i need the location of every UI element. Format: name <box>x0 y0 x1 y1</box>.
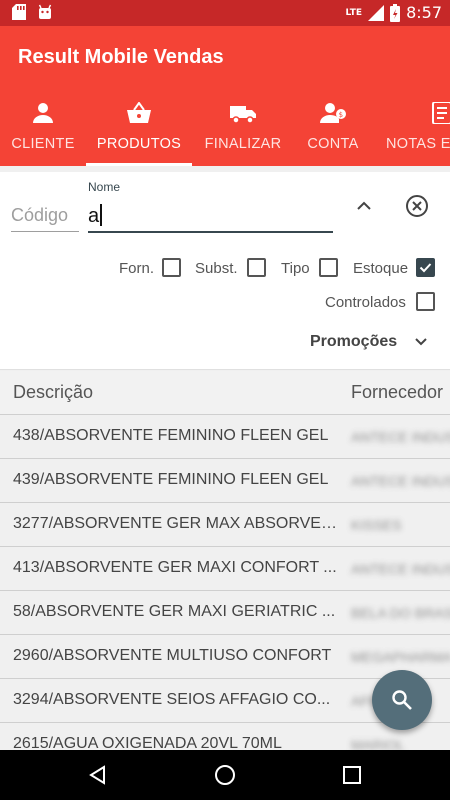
checkbox-tipo[interactable] <box>319 258 338 277</box>
battery-icon <box>390 3 401 22</box>
tab-label: CONTA <box>307 136 359 152</box>
home-icon[interactable] <box>213 763 237 787</box>
checkbox-label-forn: Forn. <box>119 260 155 277</box>
truck-icon <box>230 106 256 124</box>
promocoes-label[interactable]: Promoções <box>310 333 397 351</box>
clear-icon[interactable] <box>403 192 431 220</box>
nome-label: Nome <box>88 180 121 194</box>
tab-label: NOTAS E <box>386 136 450 152</box>
column-header-fornecedor[interactable]: Fornecedor <box>351 382 443 403</box>
svg-text:$: $ <box>339 111 344 119</box>
table-row[interactable]: 2615/AGUA OXIGENADA 20VL 70ML MARIOL <box>0 723 450 750</box>
nome-field[interactable]: a <box>88 202 333 233</box>
tab-notas[interactable]: NOTAS E <box>372 96 450 166</box>
network-type: LTE <box>345 7 363 18</box>
cell-descricao: 2615/AGUA OXIGENADA 20VL 70ML <box>13 735 282 750</box>
search-icon <box>392 690 412 710</box>
codigo-field[interactable]: Código <box>11 202 79 232</box>
tab-conta[interactable]: $ CONTA <box>294 96 372 166</box>
cell-fornecedor: ANTECE INDUSTRIA <box>351 429 450 445</box>
signal-icon <box>368 4 385 21</box>
chevron-up-icon[interactable] <box>350 192 378 220</box>
checkbox-label-tipo: Tipo <box>281 260 310 277</box>
table-header: Descrição Fornecedor <box>0 371 450 415</box>
cell-fornecedor: ANTECE INDUSTRIA <box>351 473 450 489</box>
checkbox-label-controlados: Controlados <box>325 294 406 311</box>
cell-descricao: 3294/ABSORVENTE SEIOS AFFAGIO CO... <box>13 691 331 708</box>
table-row[interactable]: 2960/ABSORVENTE MULTIUSO CONFORT MEGAPHAR… <box>0 635 450 679</box>
filter-panel: Código Nome a Forn. Subst. Tipo Estoque … <box>0 172 450 370</box>
cell-descricao: 2960/ABSORVENTE MULTIUSO CONFORT <box>13 647 332 664</box>
person-money-icon: $ <box>320 103 346 123</box>
cell-descricao: 438/ABSORVENTE FEMININO FLEEN GEL <box>13 427 329 444</box>
tab-label: PRODUTOS <box>96 136 182 152</box>
nome-value: a <box>88 205 100 227</box>
table-row[interactable]: 439/ABSORVENTE FEMININO FLEEN GEL ANTECE … <box>0 459 450 503</box>
sd-card-icon <box>12 4 26 20</box>
cell-descricao: 3277/ABSORVENTE GER MAX ABSORVENTE <box>13 515 343 532</box>
chevron-down-icon[interactable] <box>410 331 432 353</box>
tab-produtos[interactable]: PRODUTOS <box>86 96 192 166</box>
cell-fornecedor: MARIOL <box>351 737 405 750</box>
checkmark-icon <box>419 263 432 273</box>
android-icon <box>38 4 52 19</box>
app-bar: Result Mobile Vendas CLIENTE PRODUTOS FI… <box>0 26 450 166</box>
text-cursor <box>100 204 103 226</box>
checkbox-label-estoque: Estoque <box>353 260 409 277</box>
checkbox-subst[interactable] <box>247 258 266 277</box>
table-row[interactable]: 438/ABSORVENTE FEMININO FLEEN GEL ANTECE … <box>0 415 450 459</box>
table-row[interactable]: 58/ABSORVENTE GER MAXI GERIATRIC ... BELA… <box>0 591 450 635</box>
clock: 8:57 <box>406 3 442 22</box>
cell-fornecedor: ANTECE INDUSTRIA <box>351 561 450 577</box>
search-button[interactable] <box>372 670 432 730</box>
basket-icon <box>127 102 151 123</box>
notes-icon <box>432 102 450 124</box>
status-bar: LTE 8:57 <box>0 0 450 26</box>
cell-fornecedor: BELA DO BRASIL <box>351 605 450 621</box>
column-header-descricao[interactable]: Descrição <box>13 382 93 403</box>
cell-fornecedor: MEGAPHARMA <box>351 649 450 665</box>
app-title: Result Mobile Vendas <box>18 46 224 68</box>
back-icon[interactable] <box>86 763 110 787</box>
cell-descricao: 439/ABSORVENTE FEMININO FLEEN GEL <box>13 471 329 488</box>
tab-bar: CLIENTE PRODUTOS FINALIZAR $ CONTA NOTAS… <box>0 96 450 166</box>
tab-cliente[interactable]: CLIENTE <box>0 96 86 166</box>
table-row[interactable]: 3277/ABSORVENTE GER MAX ABSORVENTE KISSES <box>0 503 450 547</box>
checkbox-label-subst: Subst. <box>195 260 238 277</box>
tab-label: CLIENTE <box>11 136 75 152</box>
table-row[interactable]: 413/ABSORVENTE GER MAXI CONFORT ... ANTEC… <box>0 547 450 591</box>
tab-indicator <box>86 163 192 166</box>
person-icon <box>33 103 53 123</box>
cell-descricao: 58/ABSORVENTE GER MAXI GERIATRIC ... <box>13 603 336 620</box>
cell-descricao: 413/ABSORVENTE GER MAXI CONFORT ... <box>13 559 337 576</box>
tab-finalizar[interactable]: FINALIZAR <box>192 96 294 166</box>
recents-icon[interactable] <box>340 763 364 787</box>
checkbox-controlados[interactable] <box>416 292 435 311</box>
tab-label: FINALIZAR <box>204 136 282 152</box>
system-nav-bar <box>0 750 450 800</box>
checkbox-forn[interactable] <box>162 258 181 277</box>
checkbox-estoque[interactable] <box>416 258 435 277</box>
cell-fornecedor: KISSES <box>351 517 402 533</box>
